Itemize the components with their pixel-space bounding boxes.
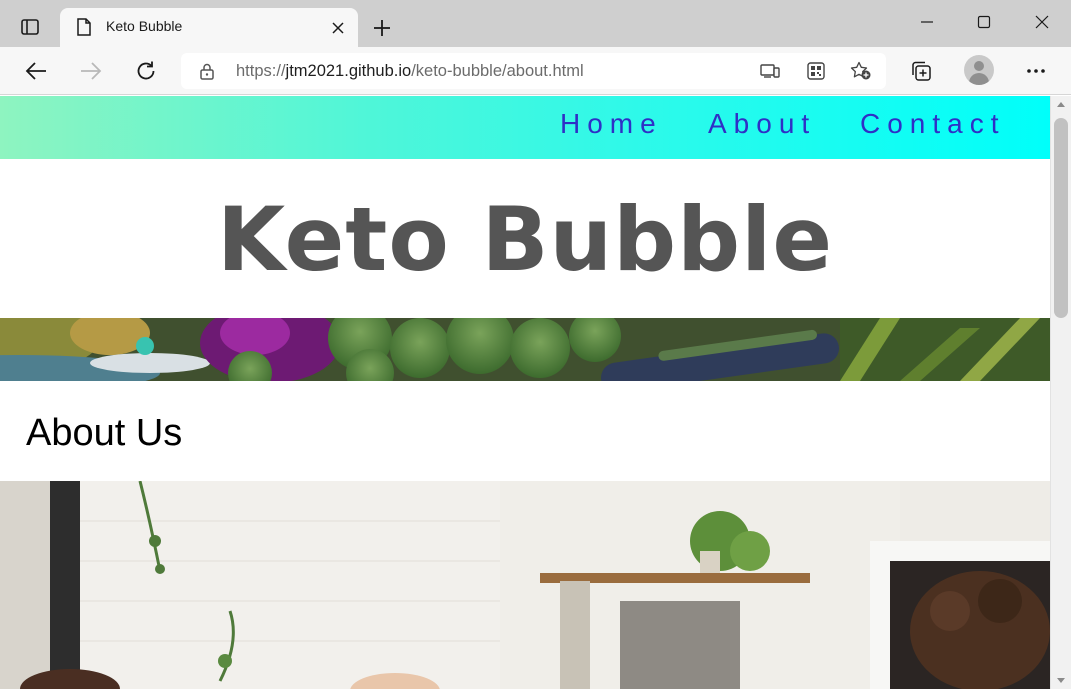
address-bar[interactable]: https://jtm2021.github.io/keto-bubble/ab… [181, 53, 886, 89]
tab-actions-button[interactable] [8, 10, 52, 44]
page-icon [77, 18, 91, 36]
vegetables-banner [0, 318, 1050, 381]
minimize-icon [921, 21, 933, 23]
url-path: /keto-bubble/about.html [411, 62, 584, 80]
page-scrollbar[interactable] [1050, 96, 1071, 689]
maximize-icon [977, 15, 991, 29]
reload-icon [137, 61, 155, 80]
open-in-app-button[interactable] [757, 59, 783, 83]
page-viewport: Home About Contact Keto Bubble About Us [0, 96, 1050, 689]
scroll-down-arrow-icon[interactable] [1057, 678, 1065, 683]
add-favorite-icon [850, 61, 871, 80]
back-button[interactable] [20, 55, 52, 87]
reload-button[interactable] [130, 55, 162, 87]
close-window-button[interactable] [1026, 8, 1058, 36]
section-heading-about: About Us [26, 412, 183, 454]
open-in-app-icon [760, 64, 780, 78]
more-menu-icon [1027, 69, 1045, 73]
url-text[interactable]: https://jtm2021.github.io/keto-bubble/ab… [236, 62, 584, 81]
new-tab-button[interactable] [368, 14, 396, 42]
avatar-body-shape [969, 73, 989, 85]
nav-link-contact[interactable]: Contact [860, 108, 1006, 140]
scrollbar-thumb[interactable] [1054, 118, 1068, 318]
qr-code-icon [807, 62, 825, 80]
minimize-window-button[interactable] [911, 8, 943, 36]
browser-toolbar: https://jtm2021.github.io/keto-bubble/ab… [0, 47, 1071, 95]
plus-icon [374, 20, 390, 36]
collections-icon [912, 61, 931, 81]
collections-button[interactable] [905, 55, 937, 87]
forward-button[interactable] [75, 55, 107, 87]
team-kitchen-photo [0, 481, 1050, 689]
close-icon [1035, 15, 1049, 29]
lock-icon[interactable] [199, 62, 215, 80]
avatar-head-shape [974, 61, 984, 71]
nav-link-about[interactable]: About [708, 108, 816, 140]
close-icon [332, 22, 344, 34]
back-arrow-icon [25, 62, 46, 80]
team-kitchen-photo-image [0, 481, 1050, 689]
tab-title: Keto Bubble [106, 18, 183, 34]
scroll-up-arrow-icon[interactable] [1057, 102, 1065, 107]
forward-arrow-icon [81, 62, 102, 80]
profile-avatar[interactable] [964, 55, 994, 85]
site-nav: Home About Contact [0, 96, 1050, 159]
vegetables-banner-image [0, 318, 1050, 381]
more-menu-button[interactable] [1020, 55, 1052, 87]
nav-link-home[interactable]: Home [560, 108, 663, 140]
url-protocol: https:// [236, 62, 286, 80]
site-header: Keto Bubble [0, 159, 1050, 319]
site-title: Keto Bubble [216, 187, 834, 291]
maximize-window-button[interactable] [968, 8, 1000, 36]
close-tab-button[interactable] [328, 18, 348, 38]
qr-code-button[interactable] [803, 59, 829, 83]
url-host: jtm2021.github.io [285, 62, 412, 80]
tab-actions-icon [21, 19, 39, 35]
browser-tab-active[interactable]: Keto Bubble [60, 8, 358, 47]
browser-title-bar: Keto Bubble [0, 0, 1071, 47]
add-favorite-button[interactable] [848, 59, 874, 83]
